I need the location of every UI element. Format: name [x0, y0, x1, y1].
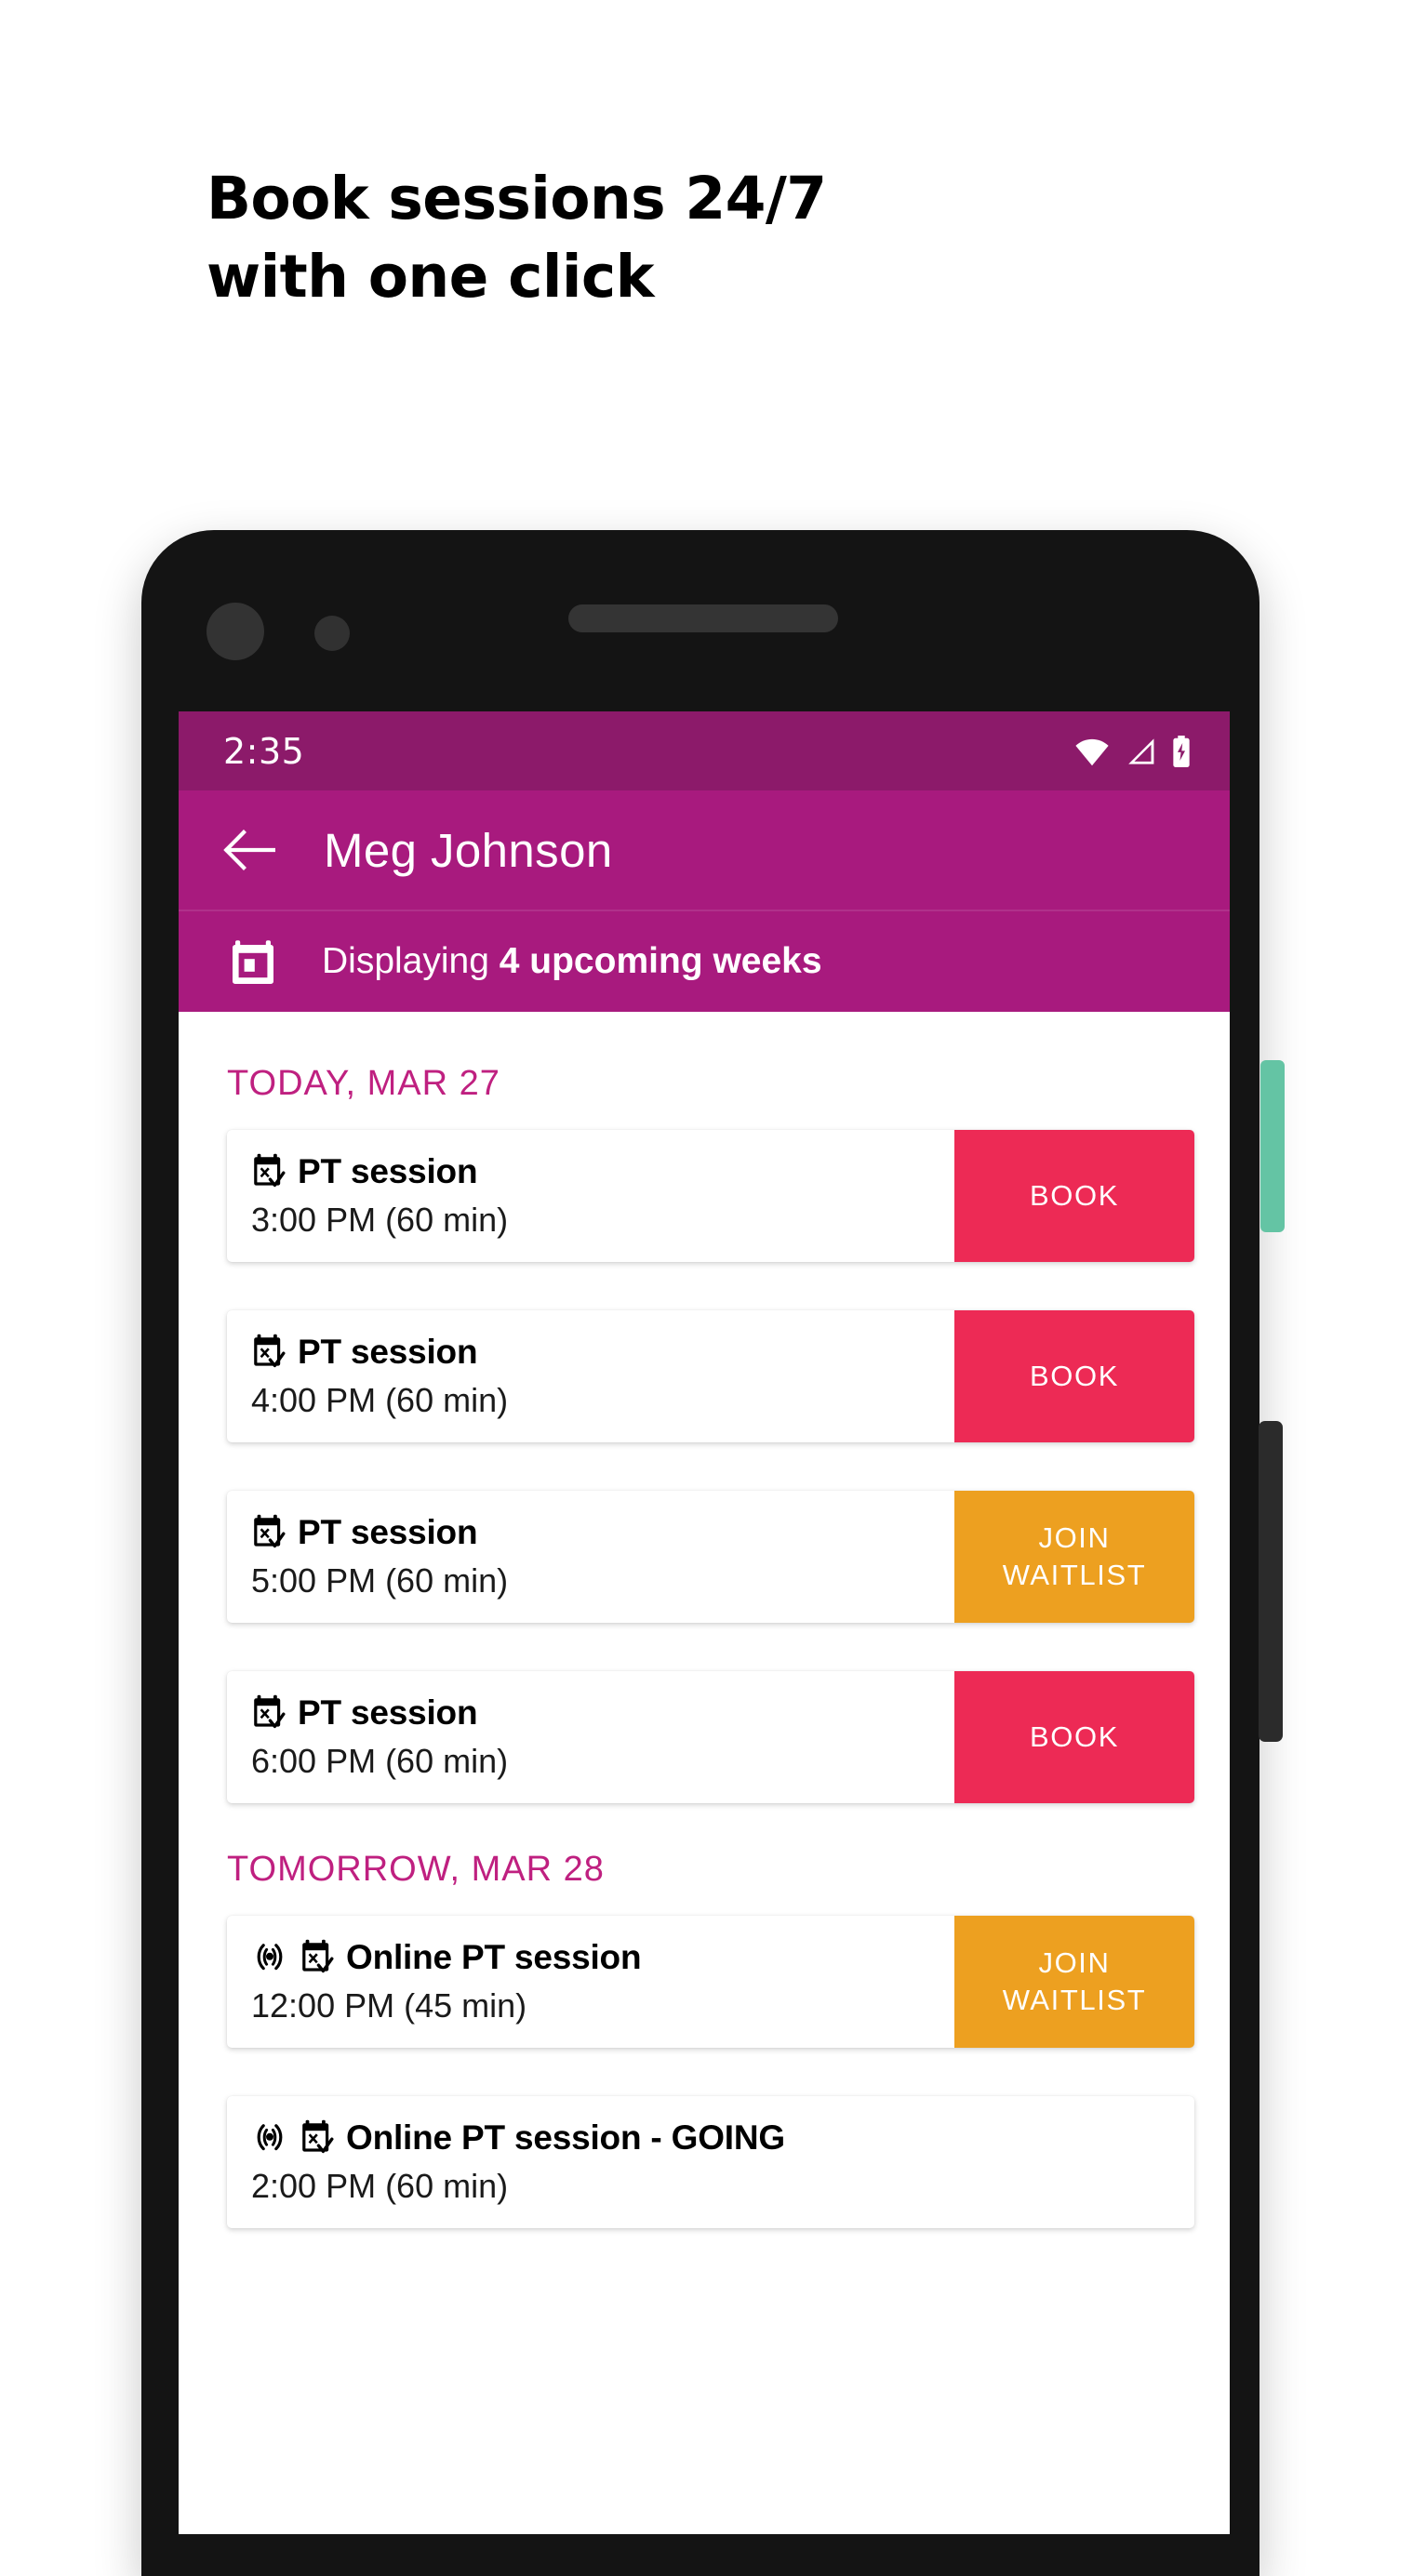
status-bar-clock: 2:35 — [223, 730, 305, 772]
session-title-row: PT session — [251, 1693, 954, 1733]
broadcast-icon — [251, 1939, 288, 1976]
book-button[interactable]: BOOK — [954, 1310, 1194, 1442]
volume-button[interactable] — [1260, 1060, 1285, 1232]
displaying-weeks-label: Displaying 4 upcoming weeks — [322, 941, 822, 982]
session-status-area — [954, 2096, 1194, 2228]
signal-icon — [1123, 737, 1158, 766]
session-list: TODAY, MAR 27 PT session 3:00 PM (60 min… — [179, 1012, 1230, 2237]
card-spacer — [179, 2048, 1230, 2096]
session-card-body: Online PT session - GOING 2:00 PM (60 mi… — [227, 2096, 954, 2228]
status-bar-icons — [1073, 735, 1193, 767]
join-waitlist-button[interactable]: JOIN WAITLIST — [954, 1491, 1194, 1623]
join-waitlist-button[interactable]: JOIN WAITLIST — [954, 1916, 1194, 2048]
wifi-icon — [1073, 737, 1111, 766]
session-card[interactable]: PT session 5:00 PM (60 min) JOIN WAITLIS… — [227, 1491, 1194, 1623]
session-time: 5:00 PM (60 min) — [251, 1561, 509, 1600]
calendar-check-icon — [251, 1514, 287, 1551]
card-spacer — [179, 1623, 1230, 1671]
displaying-weeks-bar[interactable]: Displaying 4 upcoming weeks — [179, 910, 1230, 1012]
session-card[interactable]: PT session 4:00 PM (60 min) BOOK — [227, 1310, 1194, 1442]
session-card-body: PT session 6:00 PM (60 min) — [227, 1671, 954, 1803]
broadcast-icon — [251, 2119, 288, 2157]
back-arrow-icon[interactable] — [221, 822, 277, 878]
session-title: PT session — [298, 1693, 478, 1732]
session-title: PT session — [298, 1333, 478, 1371]
camera-lens-small-icon — [314, 616, 350, 651]
session-card[interactable]: PT session 6:00 PM (60 min) BOOK — [227, 1671, 1194, 1803]
app-bar-title: Meg Johnson — [324, 823, 613, 877]
displaying-prefix: Displaying — [322, 941, 500, 981]
session-title-row: PT session — [251, 1152, 954, 1191]
book-button[interactable]: BOOK — [954, 1130, 1194, 1262]
phone-screen: 2:35 Meg Johnson Displaying 4 upcoming w… — [179, 711, 1230, 2534]
session-time: 4:00 PM (60 min) — [251, 1381, 509, 1419]
camera-lens-icon — [207, 603, 264, 660]
session-time: 2:00 PM (60 min) — [251, 2167, 509, 2205]
date-header-tomorrow: TOMORROW, MAR 28 — [227, 1850, 605, 1889]
session-title-row: PT session — [251, 1333, 954, 1372]
card-spacer — [179, 1442, 1230, 1491]
calendar-check-icon — [251, 1153, 287, 1190]
session-card-body: PT session 3:00 PM (60 min) — [227, 1130, 954, 1262]
session-title: Online PT session — [346, 1938, 642, 1976]
session-time: 3:00 PM (60 min) — [251, 1201, 509, 1239]
calendar-check-icon — [300, 2119, 335, 2157]
page-title: Book sessions 24/7 with one click — [207, 165, 827, 311]
book-button[interactable]: BOOK — [954, 1671, 1194, 1803]
session-title-row: Online PT session — [251, 1938, 954, 1977]
session-card-body: PT session 4:00 PM (60 min) — [227, 1310, 954, 1442]
session-card[interactable]: Online PT session 12:00 PM (45 min) JOIN… — [227, 1916, 1194, 2048]
calendar-icon — [227, 936, 279, 988]
card-spacer — [179, 1262, 1230, 1310]
power-button[interactable] — [1259, 1421, 1283, 1742]
session-title-row: Online PT session - GOING — [251, 2118, 954, 2158]
calendar-check-icon — [251, 1694, 287, 1732]
app-bar: Meg Johnson — [179, 790, 1230, 910]
calendar-check-icon — [300, 1939, 335, 1976]
session-card-body: Online PT session 12:00 PM (45 min) — [227, 1916, 954, 2048]
session-card[interactable]: Online PT session - GOING 2:00 PM (60 mi… — [227, 2096, 1194, 2228]
session-time: 12:00 PM (45 min) — [251, 1986, 527, 2025]
session-title-row: PT session — [251, 1513, 954, 1552]
displaying-emphasis: 4 upcoming weeks — [499, 941, 822, 981]
session-title: PT session — [298, 1513, 478, 1551]
battery-charging-icon — [1170, 735, 1193, 767]
session-title: Online PT session - GOING — [346, 2118, 785, 2157]
earpiece-speaker-icon — [568, 604, 838, 632]
calendar-check-icon — [251, 1334, 287, 1371]
session-time: 6:00 PM (60 min) — [251, 1742, 509, 1780]
session-title: PT session — [298, 1152, 478, 1190]
date-header-today: TODAY, MAR 27 — [227, 1064, 500, 1103]
session-card-body: PT session 5:00 PM (60 min) — [227, 1491, 954, 1623]
session-card[interactable]: PT session 3:00 PM (60 min) BOOK — [227, 1130, 1194, 1262]
status-bar: 2:35 — [179, 711, 1230, 790]
